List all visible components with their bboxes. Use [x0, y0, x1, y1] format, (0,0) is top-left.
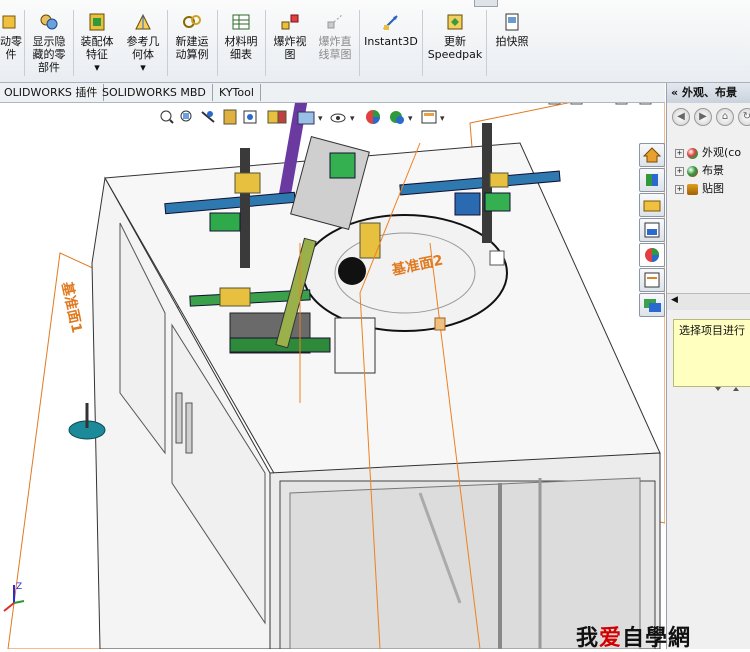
chevron-down-icon[interactable]: ▾: [318, 114, 323, 124]
home-nav-button[interactable]: ⌂: [716, 108, 734, 126]
exploded-view-button[interactable]: 爆炸视 图: [268, 8, 312, 78]
panel-title: « 外观、布景: [667, 83, 750, 103]
assembly-features-button[interactable]: 装配体 特征 ▾: [76, 8, 118, 78]
view-palette-tab[interactable]: [639, 218, 665, 242]
exploded-view-icon: [281, 14, 299, 30]
command-manager-tabs: OLIDWORKS 插件 SOLIDWORKS MBD KYTool: [0, 83, 665, 103]
custom-properties-tab[interactable]: [639, 268, 665, 292]
scroll-left-icon[interactable]: ◀: [671, 295, 678, 305]
ribbon-separator: [217, 10, 218, 76]
forward-button[interactable]: ▶: [694, 108, 712, 126]
snapshot-icon: [505, 13, 519, 31]
dynamic-annotation-icon[interactable]: [243, 110, 257, 124]
update-speedpak-button[interactable]: 更新 Speedpak: [426, 8, 484, 78]
speedpak-icon: [447, 14, 463, 30]
refresh-icon: ↻: [742, 111, 750, 122]
appearances-scenes-panel: « 外观、布景 ◀ ▶ ⌂ ↻ + 外观(co + 布景 + 贴图 ◀ 选择项目进行: [666, 83, 750, 649]
bill-of-materials-button[interactable]: 材料明 细表: [220, 8, 262, 78]
help-hint-box: 选择项目进行: [673, 319, 750, 387]
explode-line-sketch-icon: [327, 14, 343, 29]
ribbon-separator: [486, 10, 487, 76]
zoom-to-area-icon[interactable]: [180, 110, 192, 122]
tab-solidworks-addins[interactable]: OLIDWORKS 插件: [0, 84, 105, 101]
file-explorer-tab[interactable]: [639, 193, 665, 217]
ribbon-separator: [422, 10, 423, 76]
instant3d-icon: [383, 15, 398, 30]
tab-kytool[interactable]: KYTool: [213, 84, 261, 101]
motion-study-icon: [183, 15, 201, 28]
show-hidden-icon: [40, 14, 58, 30]
site-watermark: 我爱自學網: [576, 625, 692, 651]
plane-1-label: 基准面1: [58, 280, 85, 334]
appearances-scenes-tab[interactable]: [639, 243, 665, 267]
task-pane-tabs: [639, 143, 665, 317]
expand-icon[interactable]: +: [675, 166, 684, 176]
instant3d-button[interactable]: Instant3D: [362, 8, 420, 78]
appearance-ball-icon: [687, 147, 698, 159]
home-icon: ⌂: [721, 111, 729, 122]
forward-arrow-icon: ▶: [699, 111, 707, 122]
solidworks-resources-tab[interactable]: [639, 143, 665, 167]
back-button[interactable]: ◀: [672, 108, 690, 126]
scene-icon: [687, 165, 698, 177]
forum-tab[interactable]: [639, 293, 665, 317]
ribbon-separator: [167, 10, 168, 76]
model-view: 基准面1 基准面2 Z: [3, 103, 665, 649]
reference-geometry-button[interactable]: 参考几 何体 ▾: [122, 8, 164, 78]
new-motion-study-button[interactable]: 新建运 动算例: [170, 8, 214, 78]
back-arrow-icon: ◀: [677, 111, 685, 122]
chevron-down-icon[interactable]: ▾: [140, 61, 146, 74]
reference-geometry-icon: [135, 13, 151, 30]
view-settings-icon[interactable]: [421, 110, 437, 124]
tree-item-decals[interactable]: + 贴图: [675, 180, 724, 196]
ribbon-separator: [73, 10, 74, 76]
apply-scene-icon[interactable]: [390, 111, 404, 124]
take-snapshot-button[interactable]: 拍快照: [490, 8, 534, 78]
forum-icon: [644, 299, 661, 312]
tab-solidworks-mbd[interactable]: SOLIDWORKS MBD: [96, 84, 213, 101]
expand-icon[interactable]: +: [675, 148, 684, 158]
section-view-icon[interactable]: [223, 109, 237, 125]
view-orientation-icon[interactable]: [267, 110, 287, 124]
ribbon-corner: [474, 0, 498, 7]
collapse-arrows-icon[interactable]: «: [671, 86, 678, 99]
refresh-button[interactable]: ↻: [738, 108, 750, 126]
explode-line-sketch-button[interactable]: 爆炸直 线草图: [314, 8, 356, 78]
tree-item-appearances[interactable]: + 外观(co: [675, 144, 741, 160]
design-library-tab[interactable]: [639, 168, 665, 192]
design-library-icon: [646, 174, 658, 186]
expand-icon[interactable]: +: [675, 184, 684, 194]
show-hidden-components-button[interactable]: 显示隐 藏的零 部件: [28, 8, 70, 78]
bom-table-icon: [232, 14, 250, 30]
ribbon-separator: [24, 10, 25, 76]
edit-appearance-icon[interactable]: [366, 110, 380, 124]
display-style-icon[interactable]: [297, 111, 315, 125]
chevron-down-icon[interactable]: ▾: [350, 114, 355, 124]
view-palette-icon: [644, 222, 660, 238]
horizontal-scrollbar[interactable]: ◀: [667, 293, 750, 310]
chevron-down-icon[interactable]: ▾: [94, 61, 100, 74]
zoom-to-fit-icon[interactable]: [160, 110, 174, 124]
folder-icon: [643, 200, 661, 212]
svg-text:Z: Z: [16, 582, 22, 592]
panel-resize-arrows[interactable]: [713, 383, 749, 397]
heads-up-view-toolbar: ▾ ▾ ▾ ▾: [158, 108, 468, 128]
tree-item-scenes[interactable]: + 布景: [675, 162, 724, 178]
ribbon-separator: [359, 10, 360, 76]
decal-icon: [687, 183, 698, 195]
chevron-down-icon[interactable]: ▾: [440, 114, 445, 124]
previous-view-icon[interactable]: [201, 111, 215, 123]
move-component-button[interactable]: 动零 件: [0, 8, 22, 78]
chevron-down-icon[interactable]: ▾: [408, 114, 413, 124]
command-ribbon: 动零 件 显示隐 藏的零 部件 装配体 特征 ▾ 参考几 何体 ▾ 新建运 动算…: [0, 0, 750, 83]
graphics-area[interactable]: 基准面1 基准面2 Z ▾ ▾ ▾ ▾: [0, 103, 665, 649]
appearance-ball-icon: [645, 248, 659, 262]
hide-show-items-icon[interactable]: [330, 113, 346, 123]
move-component-icon: [2, 15, 16, 29]
assembly-feature-icon: [89, 13, 105, 31]
custom-properties-icon: [644, 272, 660, 288]
home-icon: [642, 147, 662, 163]
ribbon-separator: [265, 10, 266, 76]
